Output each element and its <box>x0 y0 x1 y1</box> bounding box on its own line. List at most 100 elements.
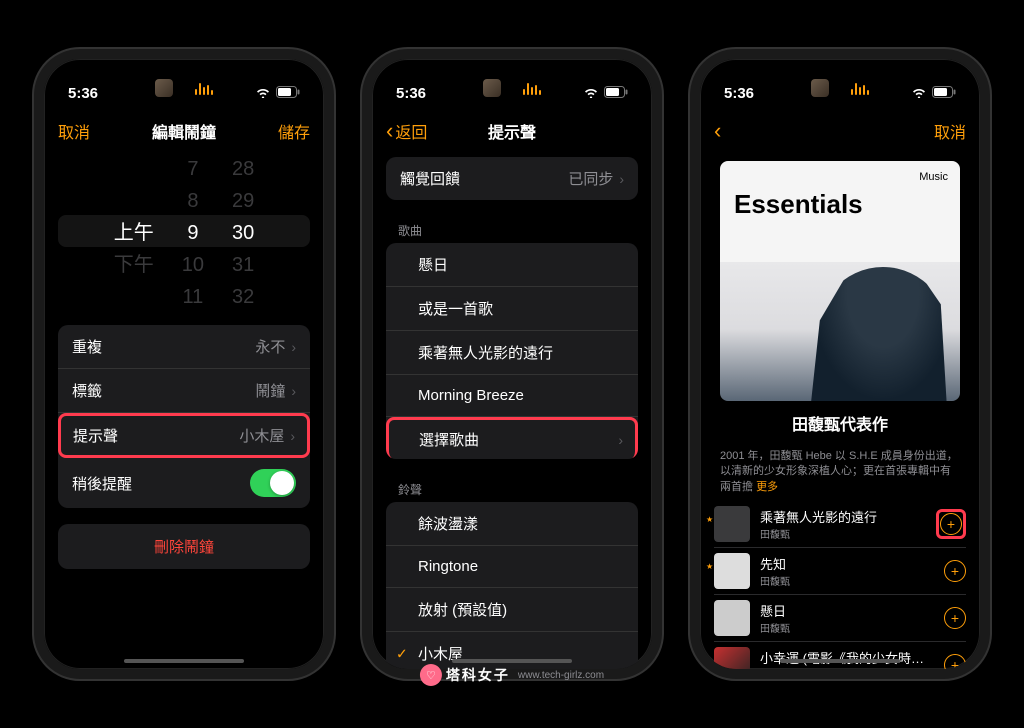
snooze-row: 稍後提醒 <box>58 458 310 508</box>
tag-value: 鬧鐘 <box>255 380 285 401</box>
haptic-value: 已同步 <box>568 168 613 189</box>
chevron-right-icon: › <box>618 432 623 448</box>
song-row[interactable]: Morning Breeze <box>386 375 638 417</box>
nav-bar: ‹返回 提示聲 <box>372 109 652 153</box>
wifi-icon <box>255 85 271 102</box>
track-row[interactable]: 小幸運 (電影《我的少女時代》主…田馥甄 + <box>714 642 966 669</box>
cancel-button[interactable]: 取消 <box>916 119 966 143</box>
more-button[interactable]: 更多 <box>756 481 778 493</box>
ringtone-row[interactable]: 餘波盪漾 <box>386 502 638 546</box>
track-thumb <box>714 506 750 542</box>
cancel-button[interactable]: 取消 <box>58 119 108 143</box>
album-art[interactable]: Music Essentials <box>720 161 960 401</box>
island-album-art <box>483 79 501 97</box>
album-card: Music Essentials 田馥甄代表作 <box>720 161 960 435</box>
repeat-label: 重複 <box>72 336 102 357</box>
track-list: ★ 乘著無人光影的遠行田馥甄 + ★ 先知田馥甄 + 懸日田馥甄 + 小幸運 (… <box>700 497 980 669</box>
check-icon: ✓ <box>396 645 408 662</box>
tag-label: 標籤 <box>72 380 102 401</box>
snooze-toggle[interactable] <box>250 469 296 497</box>
dynamic-island[interactable] <box>458 73 566 103</box>
section-header-ringtones: 鈴聲 <box>372 475 652 502</box>
watermark-brand: 塔科女子 <box>446 665 510 685</box>
chevron-right-icon: › <box>291 383 296 399</box>
tag-row[interactable]: 標籤 鬧鐘 › <box>58 369 310 413</box>
ringtone-row[interactable]: Ringtone <box>386 546 638 588</box>
picker-minute-col[interactable]: 28 29 30 31 32 <box>232 153 254 309</box>
island-album-art <box>155 79 173 97</box>
track-row[interactable]: ★ 先知田馥甄 + <box>714 548 966 595</box>
nav-title: 編輯鬧鐘 <box>108 119 260 143</box>
dynamic-island[interactable] <box>130 73 238 103</box>
home-indicator[interactable] <box>780 659 900 663</box>
chevron-right-icon: › <box>619 171 624 187</box>
choose-song-row[interactable]: 選擇歌曲 › <box>386 417 638 459</box>
picker-hour-col[interactable]: 7 8 9 10 11 <box>182 153 204 309</box>
snooze-label: 稍後提醒 <box>72 473 132 494</box>
section-header-songs: 歌曲 <box>372 216 652 243</box>
track-thumb <box>714 600 750 636</box>
nav-title: 提示聲 <box>436 119 588 143</box>
ringtones-group: 餘波盪漾 Ringtone 放射 (預設值) ✓小木屋 山谷 水銀 四方 幼苗 <box>386 502 638 669</box>
album-artist-figure <box>811 267 955 401</box>
star-icon: ★ <box>706 562 713 571</box>
add-button[interactable]: + <box>944 560 966 582</box>
status-time: 5:36 <box>68 85 98 102</box>
apple-music-icon: Music <box>919 171 948 183</box>
sound-label: 提示聲 <box>73 425 118 446</box>
watermark: ♡ 塔科女子 www.tech-girlz.com <box>420 664 604 686</box>
back-button[interactable]: ‹返回 <box>386 118 436 144</box>
song-row[interactable]: 或是一首歌 <box>386 287 638 331</box>
track-row[interactable]: 懸日田馥甄 + <box>714 595 966 642</box>
album-description: 2001 年，田馥甄 Hebe 以 S.H.E 成員身份出道，以清新的少女形象深… <box>700 445 980 497</box>
sound-row[interactable]: 提示聲 小木屋 › <box>58 413 310 458</box>
island-album-art <box>811 79 829 97</box>
star-icon: ★ <box>706 515 713 524</box>
time-picker[interactable]: 上午 下午 7 8 9 10 11 28 29 30 31 32 <box>58 153 310 309</box>
songs-group: 懸日 或是一首歌 乘著無人光影的遠行 Morning Breeze 選擇歌曲 › <box>386 243 638 459</box>
track-thumb <box>714 553 750 589</box>
battery-icon <box>604 85 628 102</box>
haptic-group: 觸覺回饋 已同步 › <box>386 157 638 200</box>
wifi-icon <box>911 85 927 102</box>
alarm-settings-group: 重複 永不 › 標籤 鬧鐘 › 提示聲 小木屋 › 稍後提醒 <box>58 325 310 508</box>
repeat-row[interactable]: 重複 永不 › <box>58 325 310 369</box>
ringtone-row[interactable]: 放射 (預設值) <box>386 588 638 632</box>
track-row[interactable]: ★ 乘著無人光影的遠行田馥甄 + <box>714 501 966 548</box>
phone-music-picker: 5:36 ‹ 取消 Music Essentials 田馥甄代表作 2001 年… <box>690 49 990 679</box>
sound-value: 小木屋 <box>239 425 284 446</box>
album-essentials-label: Essentials <box>734 189 863 220</box>
home-indicator[interactable] <box>124 659 244 663</box>
album-title: 田馥甄代表作 <box>720 411 960 435</box>
phone-edit-alarm: 5:36 取消 編輯鬧鐘 儲存 上午 下午 <box>34 49 334 679</box>
wifi-icon <box>583 85 599 102</box>
home-indicator[interactable] <box>452 659 572 663</box>
add-button[interactable]: + <box>940 513 962 535</box>
picker-ampm-col[interactable]: 上午 下午 <box>114 153 154 309</box>
watermark-url: www.tech-girlz.com <box>518 670 604 681</box>
haptic-label: 觸覺回饋 <box>400 168 460 189</box>
chevron-right-icon: › <box>291 339 296 355</box>
song-row[interactable]: 乘著無人光影的遠行 <box>386 331 638 375</box>
choose-song-label: 選擇歌曲 <box>401 429 479 450</box>
chevron-right-icon: › <box>290 428 295 444</box>
chevron-left-icon: ‹ <box>386 118 393 144</box>
battery-icon <box>932 85 956 102</box>
island-audio-bars-icon <box>851 81 869 95</box>
add-button[interactable]: + <box>944 654 966 669</box>
dynamic-island[interactable] <box>786 73 894 103</box>
island-audio-bars-icon <box>195 81 213 95</box>
add-button-highlight: + <box>936 509 966 539</box>
phone-sound-picker: 5:36 ‹返回 提示聲 觸覺回饋 已同步 › 歌曲 懸日 或是一首歌 乘著無人光… <box>362 49 662 679</box>
status-time: 5:36 <box>396 85 426 102</box>
delete-alarm-button[interactable]: 刪除鬧鐘 <box>58 524 310 569</box>
repeat-value: 永不 <box>255 336 285 357</box>
save-button[interactable]: 儲存 <box>260 119 310 143</box>
island-audio-bars-icon <box>523 81 541 95</box>
song-row[interactable]: 懸日 <box>386 243 638 287</box>
nav-bar: 取消 編輯鬧鐘 儲存 <box>44 109 324 153</box>
haptic-row[interactable]: 觸覺回饋 已同步 › <box>386 157 638 200</box>
add-button[interactable]: + <box>944 607 966 629</box>
battery-icon <box>276 85 300 102</box>
back-button[interactable]: ‹ <box>714 118 764 144</box>
